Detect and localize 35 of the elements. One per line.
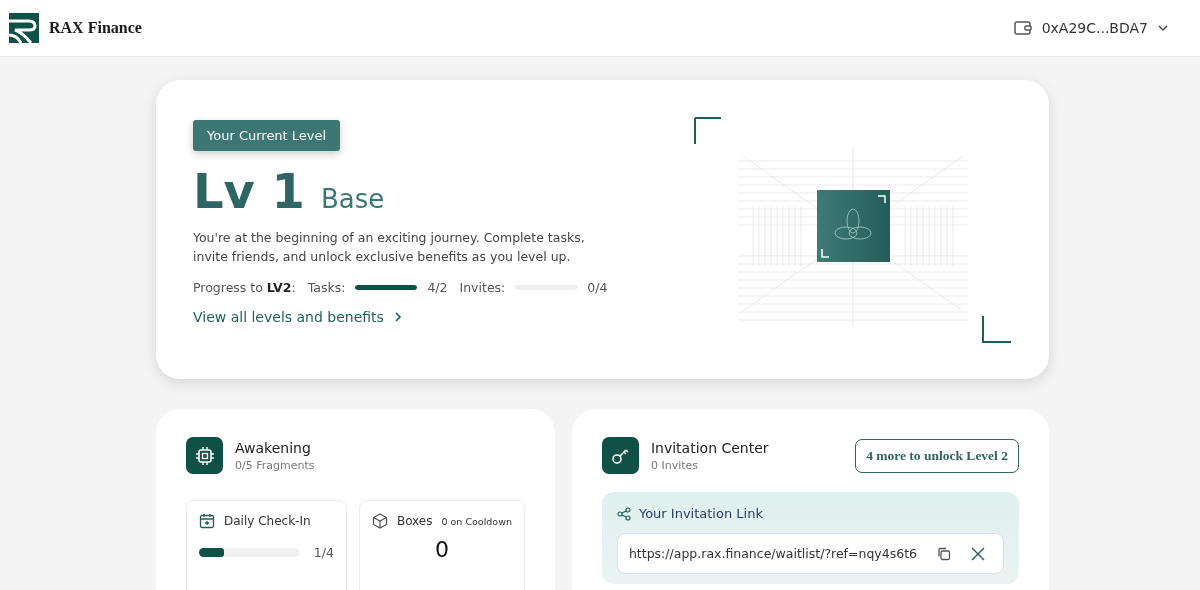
share-icon — [616, 506, 631, 521]
calendar-icon — [199, 513, 215, 529]
level-badge: Your Current Level — [193, 120, 341, 151]
chip-icon — [186, 437, 223, 474]
logo-icon — [9, 13, 39, 43]
unlock-button[interactable]: 4 more to unlock Level 2 — [855, 438, 1019, 473]
meter-reading: 4/2 — [427, 279, 448, 295]
cooldown-count: 0 on Cooldown — [441, 515, 512, 527]
x-logo-icon[interactable] — [971, 546, 985, 561]
invitation-link-field[interactable]: https://app.rax.finance/waitlist/?ref=nqy4s6t6 — [616, 533, 1004, 574]
wallet-icon — [1013, 20, 1032, 36]
cube-icon — [371, 513, 388, 529]
card-title: Invitation Center — [650, 439, 770, 456]
key-icon — [601, 437, 639, 474]
meter-reading: 0/4 — [587, 279, 608, 295]
copy-icon[interactable] — [937, 546, 951, 561]
check-in-reading: 1/4 — [313, 545, 334, 560]
level-description: You're at the beginning of an exciting journey. Complete tasks, invite friends, and unlock exclusive benefits as you level up. — [193, 228, 586, 266]
chevron-down-icon — [1158, 25, 1168, 31]
card-subtitle: 0/5 Fragments — [235, 458, 316, 472]
panel-title: Boxes — [396, 514, 433, 528]
card-subtitle: 0 Invites — [650, 458, 700, 472]
level-number: Lv 1 — [193, 165, 305, 218]
brand-name: RAX Finance — [49, 19, 142, 37]
link-title: Your Invitation Link — [638, 506, 763, 521]
chevron-right-icon — [393, 310, 402, 323]
level-name: Base — [321, 184, 385, 214]
card-title: Awakening — [235, 439, 312, 456]
progress-label: Progress to LV2: — [193, 279, 296, 295]
meter-label: Tasks: — [307, 279, 346, 295]
panel-title: Daily Check-In — [224, 514, 311, 528]
box-count: 0 — [433, 537, 450, 562]
wallet-button[interactable]: 0xA29C...BDA7 — [1007, 19, 1174, 37]
levels-link[interactable]: View all levels and benefits — [193, 308, 402, 325]
meter-label: Invites: — [459, 279, 506, 295]
